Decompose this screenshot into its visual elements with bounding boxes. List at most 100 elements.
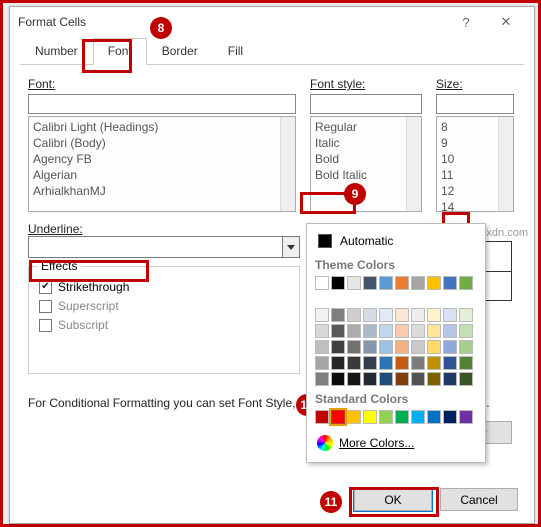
color-swatch[interactable] — [331, 372, 345, 386]
color-swatch[interactable] — [459, 324, 473, 338]
color-swatch[interactable] — [379, 356, 393, 370]
subscript-checkbox[interactable] — [39, 319, 52, 332]
color-swatch[interactable] — [411, 410, 425, 424]
color-swatch[interactable] — [347, 276, 361, 290]
color-swatch[interactable] — [363, 276, 377, 290]
color-swatch[interactable] — [331, 410, 345, 424]
color-swatch[interactable] — [331, 276, 345, 290]
color-swatch[interactable] — [379, 324, 393, 338]
fontstyle-input[interactable] — [310, 94, 422, 114]
color-swatch[interactable] — [459, 340, 473, 354]
color-swatch[interactable] — [315, 340, 329, 354]
color-swatch[interactable] — [347, 410, 361, 424]
color-swatch[interactable] — [411, 276, 425, 290]
color-swatch[interactable] — [443, 308, 457, 322]
style-item[interactable]: Italic — [315, 135, 417, 151]
color-swatch[interactable] — [443, 324, 457, 338]
color-swatch[interactable] — [411, 372, 425, 386]
tab-fill[interactable]: Fill — [213, 38, 258, 65]
color-swatch[interactable] — [411, 340, 425, 354]
size-input[interactable] — [436, 94, 514, 114]
color-swatch[interactable] — [395, 372, 409, 386]
color-swatch[interactable] — [427, 308, 441, 322]
color-swatch[interactable] — [363, 410, 377, 424]
color-swatch[interactable] — [395, 308, 409, 322]
color-swatch[interactable] — [443, 340, 457, 354]
close-icon[interactable]: ✕ — [486, 14, 526, 30]
color-swatch[interactable] — [331, 356, 345, 370]
color-swatch[interactable] — [379, 340, 393, 354]
color-swatch[interactable] — [427, 276, 441, 290]
color-swatch[interactable] — [459, 372, 473, 386]
font-list[interactable]: Calibri Light (Headings) Calibri (Body) … — [28, 116, 296, 212]
color-swatch[interactable] — [363, 308, 377, 322]
superscript-checkbox[interactable] — [39, 300, 52, 313]
color-swatch[interactable] — [411, 356, 425, 370]
fontstyle-list[interactable]: Regular Italic Bold Bold Italic — [310, 116, 422, 212]
color-swatch[interactable] — [331, 308, 345, 322]
color-automatic-item[interactable]: Automatic — [315, 230, 477, 252]
color-swatch[interactable] — [379, 308, 393, 322]
dropdown-button[interactable] — [282, 236, 300, 258]
underline-combo[interactable] — [28, 236, 300, 258]
font-input[interactable] — [28, 94, 296, 114]
color-swatch[interactable] — [459, 308, 473, 322]
color-swatch[interactable] — [395, 410, 409, 424]
style-item[interactable]: Regular — [315, 119, 417, 135]
color-swatch[interactable] — [315, 356, 329, 370]
color-swatch[interactable] — [315, 372, 329, 386]
color-swatch[interactable] — [443, 372, 457, 386]
color-swatch[interactable] — [443, 410, 457, 424]
color-swatch[interactable] — [347, 340, 361, 354]
size-list[interactable]: 8 9 10 11 12 14 — [436, 116, 514, 212]
strikethrough-checkbox[interactable] — [39, 281, 52, 294]
color-swatch[interactable] — [315, 410, 329, 424]
color-swatch[interactable] — [427, 356, 441, 370]
color-swatch[interactable] — [459, 356, 473, 370]
color-swatch[interactable] — [379, 276, 393, 290]
color-swatch[interactable] — [331, 340, 345, 354]
color-swatch[interactable] — [395, 276, 409, 290]
font-item[interactable]: Agency FB — [33, 151, 291, 167]
tab-number[interactable]: Number — [20, 38, 93, 65]
color-swatch[interactable] — [363, 356, 377, 370]
color-swatch[interactable] — [395, 340, 409, 354]
color-swatch[interactable] — [347, 308, 361, 322]
more-colors-item[interactable]: More Colors... — [315, 432, 477, 454]
color-swatch[interactable] — [379, 372, 393, 386]
color-swatch[interactable] — [459, 410, 473, 424]
font-item[interactable]: Algerian — [33, 167, 291, 183]
color-swatch[interactable] — [443, 356, 457, 370]
scrollbar[interactable] — [280, 117, 295, 211]
tab-font[interactable]: Font — [93, 38, 147, 65]
style-item[interactable]: Bold Italic — [315, 167, 417, 183]
color-swatch[interactable] — [347, 356, 361, 370]
font-item[interactable]: Calibri (Body) — [33, 135, 291, 151]
help-icon[interactable]: ? — [446, 15, 486, 30]
color-swatch[interactable] — [347, 324, 361, 338]
ok-button[interactable]: OK — [354, 488, 432, 511]
color-swatch[interactable] — [363, 324, 377, 338]
cancel-button[interactable]: Cancel — [440, 488, 518, 511]
color-swatch[interactable] — [379, 410, 393, 424]
tab-border[interactable]: Border — [147, 38, 213, 65]
color-swatch[interactable] — [411, 324, 425, 338]
scrollbar[interactable] — [498, 117, 513, 211]
color-swatch[interactable] — [427, 324, 441, 338]
scrollbar[interactable] — [406, 117, 421, 211]
font-item[interactable]: Calibri Light (Headings) — [33, 119, 291, 135]
font-item[interactable]: ArhialkhanMJ — [33, 183, 291, 199]
color-swatch[interactable] — [427, 372, 441, 386]
color-swatch[interactable] — [443, 276, 457, 290]
color-swatch[interactable] — [315, 324, 329, 338]
color-swatch[interactable] — [315, 308, 329, 322]
color-swatch[interactable] — [411, 308, 425, 322]
color-swatch[interactable] — [395, 324, 409, 338]
color-swatch[interactable] — [331, 324, 345, 338]
color-swatch[interactable] — [363, 340, 377, 354]
color-swatch[interactable] — [459, 276, 473, 290]
color-swatch[interactable] — [363, 372, 377, 386]
color-swatch[interactable] — [427, 340, 441, 354]
color-swatch[interactable] — [347, 372, 361, 386]
style-item[interactable]: Bold — [315, 151, 417, 167]
